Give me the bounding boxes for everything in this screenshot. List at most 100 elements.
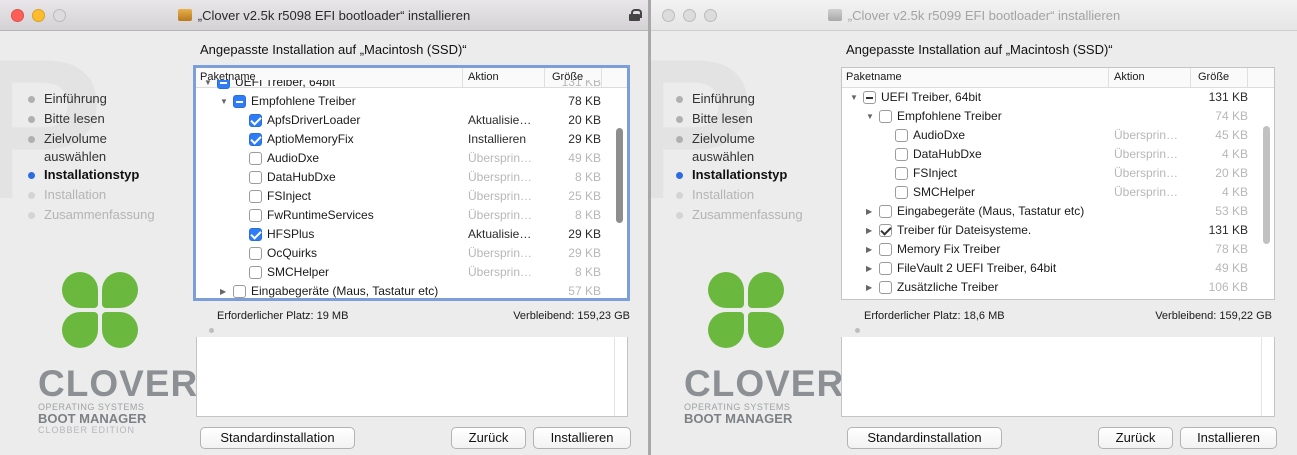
package-checkbox[interactable] — [879, 223, 892, 237]
back-button[interactable]: Zurück — [451, 427, 526, 449]
table-row[interactable]: OcQuirks Übersprin… 29 KB — [196, 243, 627, 262]
package-checkbox[interactable] — [249, 265, 262, 279]
package-size: 53 KB — [1215, 204, 1248, 218]
logo-line-2: BOOT MANAGER — [38, 411, 147, 426]
package-action: Übersprin… — [468, 246, 533, 260]
package-checkbox[interactable] — [895, 185, 908, 199]
disclosure-collapsed-icon[interactable]: ▶ — [866, 207, 876, 216]
table-row[interactable]: ▶ Treiber für Dateisysteme. 131 KB — [842, 220, 1274, 239]
package-action: Überspri​n… — [468, 151, 533, 165]
package-checkbox[interactable] — [879, 242, 892, 256]
table-row[interactable]: FSInject Übersprin… 25 KB — [196, 186, 627, 205]
table-row[interactable]: HFSPlus Aktualisie… 29 KB — [196, 224, 627, 243]
package-name: FwRuntimeServices — [267, 208, 374, 222]
table-row[interactable]: DataHubDxe Übersprin… 8 KB — [196, 167, 627, 186]
table-row[interactable]: FSInject Übersprin… 20 KB — [842, 163, 1274, 182]
column-action[interactable]: Aktion — [1114, 71, 1145, 83]
column-size[interactable]: Größe — [1198, 71, 1229, 83]
package-table[interactable]: Paketname Aktion Größe ▼ UEFI Treiber, 64… — [193, 65, 630, 301]
disclosure-collapsed-icon[interactable]: ▶ — [866, 226, 876, 235]
back-button[interactable]: Zurück — [1098, 427, 1173, 449]
package-checkbox[interactable] — [249, 151, 262, 165]
table-row[interactable]: AudioDxe Übersprin… 45 KB — [842, 125, 1274, 144]
table-row[interactable]: AudioDxe Überspri​n… 49 KB — [196, 148, 627, 167]
package-checkbox[interactable] — [249, 227, 262, 241]
package-name: SMCHelper — [267, 265, 330, 279]
space-remaining: Verbleibend: 159,23 GB — [513, 310, 630, 322]
clover-leaf-icon — [708, 272, 784, 348]
step-summary: Zusammenfassung — [676, 206, 803, 226]
table-row[interactable]: ▶ FileVault 2 UEFI Treiber, 64bit 49 KB — [842, 258, 1274, 277]
package-checkbox[interactable] — [249, 170, 262, 184]
package-checkbox[interactable] — [249, 132, 262, 146]
disclosure-expanded-icon[interactable]: ▼ — [866, 112, 876, 121]
install-button[interactable]: Installieren — [533, 427, 631, 449]
package-checkbox[interactable] — [895, 147, 908, 161]
install-button[interactable]: Installieren — [1180, 427, 1277, 449]
package-checkbox[interactable] — [233, 94, 246, 108]
package-checkbox[interactable] — [233, 284, 246, 298]
package-name: SMCHelper — [913, 185, 976, 199]
table-row[interactable]: ▶ Eingabegeräte (Maus, Tastatur etc) 57 KB — [196, 281, 627, 298]
package-action: Übersprin… — [1114, 166, 1179, 180]
package-checkbox[interactable] — [879, 280, 892, 294]
table-row[interactable]: DataHubDxe Übersprin… 4 KB — [842, 144, 1274, 163]
split-grip[interactable] — [855, 328, 860, 333]
package-checkbox[interactable] — [895, 128, 908, 142]
package-checkbox[interactable] — [879, 204, 892, 218]
disclosure-collapsed-icon[interactable]: ▶ — [866, 283, 876, 292]
standard-install-button[interactable]: Standardinstallation — [847, 427, 1002, 449]
step-installation-type: Installationstyp — [28, 166, 155, 186]
package-name: FSInject — [913, 166, 958, 180]
package-checkbox[interactable] — [249, 246, 262, 260]
package-size: 8 KB — [574, 265, 601, 279]
disclosure-collapsed-icon[interactable]: ▶ — [220, 287, 230, 296]
table-row[interactable]: ▶ Eingabegeräte (Maus, Tastatur etc) 53 KB — [842, 201, 1274, 220]
package-checkbox[interactable] — [879, 109, 892, 123]
table-row[interactable]: ▼ UEFI Treiber, 64bit 131 KB — [842, 87, 1274, 106]
step-installation: Installation — [676, 186, 803, 206]
package-checkbox[interactable] — [249, 113, 262, 127]
table-row[interactable]: SMCHelper Übersprin… 4 KB — [842, 182, 1274, 201]
table-row[interactable]: SMCHelper Übersprin… 8 KB — [196, 262, 627, 281]
installer-steps: Einführung Bitte lesen Zielvolume auswäh… — [28, 90, 155, 226]
standard-install-button[interactable]: Standardinstallation — [200, 427, 355, 449]
package-checkbox[interactable] — [895, 166, 908, 180]
package-checkbox[interactable] — [879, 261, 892, 275]
disclosure-collapsed-icon[interactable]: ▶ — [866, 245, 876, 254]
split-grip[interactable] — [209, 328, 214, 333]
table-row[interactable]: FwRuntimeServices Übersprin… 8 KB — [196, 205, 627, 224]
package-size: 106 KB — [1208, 280, 1248, 294]
package-size: 4 KB — [1221, 185, 1248, 199]
package-table[interactable]: Paketname Aktion Größe ▼ UEFI Treiber, 64… — [841, 67, 1275, 300]
lock-icon — [629, 9, 642, 21]
package-checkbox[interactable] — [863, 90, 876, 104]
table-row[interactable]: AptioMemoryFix Installieren 29 KB — [196, 129, 627, 148]
table-row[interactable]: ApfsDriverLoader Aktualisie… 20 KB — [196, 110, 627, 129]
table-row[interactable]: ▶ Zusätzliche Treiber 106 KB — [842, 277, 1274, 296]
package-checkbox[interactable] — [249, 189, 262, 203]
table-row[interactable]: ▼ Empfohlene Treiber 74 KB — [842, 106, 1274, 125]
package-name: HFSPlus — [267, 227, 315, 241]
table-row[interactable]: ▶ Memory Fix Treiber 78 KB — [842, 239, 1274, 258]
package-action: Installieren — [468, 132, 527, 146]
scrollbar-thumb[interactable] — [616, 128, 623, 223]
step-introduction: Einführung — [676, 90, 803, 110]
package-list: ▼ UEFI Treiber, 64bit 131 KB ▼ Empfohlene Tr… — [842, 87, 1274, 296]
package-icon — [177, 9, 192, 21]
logo-brand: CLOVER — [684, 363, 845, 404]
clover-leaf-icon — [62, 272, 138, 348]
package-action: Übersprin… — [1114, 185, 1179, 199]
package-name: DataHubDxe — [267, 170, 336, 184]
column-package-name[interactable]: Paketname — [846, 71, 902, 83]
table-row[interactable]: ▼ Empfohlene Treiber 78 KB — [196, 91, 627, 110]
step-read-me: Bitte lesen — [676, 110, 803, 130]
disclosure-expanded-icon[interactable]: ▼ — [850, 93, 860, 102]
disclosure-collapsed-icon[interactable]: ▶ — [866, 264, 876, 273]
scrollbar-thumb[interactable] — [1263, 126, 1270, 244]
package-size: 57 KB — [568, 284, 601, 298]
package-checkbox[interactable] — [249, 208, 262, 222]
package-size: 29 KB — [568, 246, 601, 260]
disclosure-expanded-icon[interactable]: ▼ — [220, 97, 230, 106]
package-name: FileVault 2 UEFI Treiber, 64bit — [897, 261, 1057, 275]
